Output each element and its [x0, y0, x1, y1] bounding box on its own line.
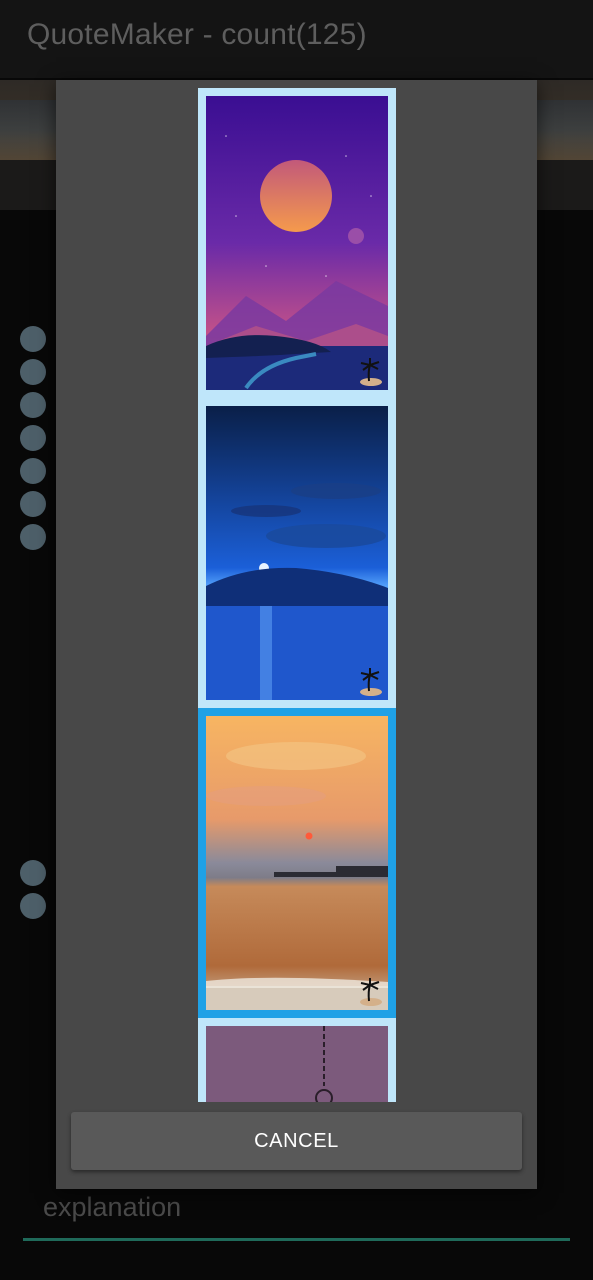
- blue-moonlit-island-image: [206, 406, 388, 700]
- explanation-underline: [23, 1238, 570, 1241]
- option-radio[interactable]: [20, 860, 46, 886]
- mauve-hanging-chain-image: [206, 1026, 388, 1102]
- option-radio[interactable]: [20, 491, 46, 517]
- app-title: QuoteMaker - count(125): [27, 18, 367, 51]
- palm-island-icon: [357, 357, 383, 387]
- gallery-image-3[interactable]: [198, 708, 396, 1018]
- cancel-button[interactable]: CANCEL: [71, 1112, 522, 1170]
- option-radio[interactable]: [20, 425, 46, 451]
- option-radio[interactable]: [20, 893, 46, 919]
- purple-moon-mountains-image: [206, 96, 388, 390]
- explanation-input[interactable]: explanation: [43, 1192, 181, 1223]
- palm-island-icon: [357, 977, 383, 1007]
- option-radio[interactable]: [20, 359, 46, 385]
- gallery-image-1[interactable]: [198, 88, 396, 398]
- image-picker-dialog: CANCEL: [56, 80, 537, 1189]
- option-radio[interactable]: [20, 326, 46, 352]
- palm-island-icon: [357, 667, 383, 697]
- gallery-image-2[interactable]: [198, 398, 396, 708]
- orange-sunset-pier-image: [206, 716, 388, 1010]
- image-gallery[interactable]: [198, 88, 396, 1102]
- app-bar: QuoteMaker - count(125): [0, 0, 593, 78]
- option-radio[interactable]: [20, 458, 46, 484]
- gallery-image-4[interactable]: [198, 1018, 396, 1102]
- option-radio[interactable]: [20, 392, 46, 418]
- option-radio[interactable]: [20, 524, 46, 550]
